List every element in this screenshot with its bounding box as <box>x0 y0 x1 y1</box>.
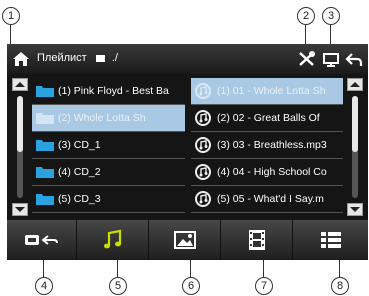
header-bar: Плейлист ./ <box>7 44 368 74</box>
back-icon[interactable] <box>344 49 364 69</box>
right-scroll-up-button[interactable] <box>347 78 363 91</box>
list-item-label: (1) 01 - Whole Lotta Sh <box>217 85 326 97</box>
left-scrollbar[interactable] <box>12 78 28 216</box>
bottom-toolbar <box>7 220 368 260</box>
music-note-icon <box>195 191 211 207</box>
callout-5: 5 <box>109 277 127 295</box>
music-icon <box>103 229 121 249</box>
list-item-label: (2) 02 - Great Balls Of <box>217 112 320 124</box>
list-item-selected[interactable]: (1) 01 - Whole Lotta Sh <box>191 78 343 105</box>
list-item[interactable]: (1) Pink Floyd - Best Ba <box>32 78 185 105</box>
playlist-title: Плейлист <box>37 52 87 64</box>
left-scroll-down-button[interactable] <box>12 203 28 216</box>
callout-2: 2 <box>297 7 315 25</box>
tools-icon[interactable] <box>297 49 317 69</box>
callout-3: 3 <box>322 7 340 25</box>
list-menu-icon <box>320 232 341 248</box>
folder-icon <box>36 85 54 97</box>
folder-icon <box>36 193 54 205</box>
callout-7: 7 <box>255 277 273 295</box>
list-item-label: (5) CD_3 <box>58 193 101 205</box>
list-item[interactable]: (5) 05 - What'd I Say.m <box>191 186 343 213</box>
list-item-label: (4) 04 - High School Co <box>217 166 327 178</box>
callout-3-leader <box>330 25 331 44</box>
callout-1-leader <box>10 25 11 44</box>
music-button[interactable] <box>77 220 149 260</box>
list-item-label: (3) CD_1 <box>58 139 101 151</box>
breadcrumb: Плейлист ./ <box>37 52 118 64</box>
video-button[interactable] <box>221 220 293 260</box>
video-icon <box>248 230 265 250</box>
right-scrollbar[interactable] <box>347 78 363 216</box>
list-menu-button[interactable] <box>293 220 368 260</box>
list-item-selected[interactable]: (2) Whole Lotta Sh <box>32 105 185 132</box>
list-item[interactable]: (3) 03 - Breathless.mp3 <box>191 132 343 159</box>
music-note-icon <box>195 110 211 126</box>
media-player-screen: Плейлист ./ (1) Pink Floyd - Best Ba (2)… <box>7 44 368 260</box>
source-back-icon <box>24 235 58 245</box>
list-item[interactable]: (2) 02 - Great Balls Of <box>191 105 343 132</box>
list-item-label: (5) 05 - What'd I Say.m <box>217 193 324 205</box>
source-back-button[interactable] <box>7 220 77 260</box>
list-item-label: (1) Pink Floyd - Best Ba <box>58 85 169 97</box>
list-item[interactable]: (4) CD_2 <box>32 159 185 186</box>
folder-icon <box>36 112 54 124</box>
list-item[interactable]: (5) CD_3 <box>32 186 185 213</box>
callout-2-leader <box>305 25 306 44</box>
left-scroll-up-button[interactable] <box>12 78 28 91</box>
callout-6: 6 <box>182 277 200 295</box>
home-icon[interactable] <box>11 49 31 69</box>
folder-icon <box>36 166 54 178</box>
right-scroll-down-button[interactable] <box>347 203 363 216</box>
callout-7-leader <box>263 260 264 277</box>
folder-icon <box>36 139 54 151</box>
music-note-icon <box>195 83 211 99</box>
folder-list: (1) Pink Floyd - Best Ba (2) Whole Lotta… <box>32 78 185 216</box>
track-list: (1) 01 - Whole Lotta Sh (2) 02 - Great B… <box>191 78 343 216</box>
left-scroll-thumb[interactable] <box>17 96 23 152</box>
callout-8-leader <box>339 260 340 277</box>
callout-4-leader <box>43 260 44 277</box>
list-item[interactable]: (4) 04 - High School Co <box>191 159 343 186</box>
callout-5-leader <box>117 260 118 277</box>
display-icon[interactable] <box>321 49 341 69</box>
callout-1: 1 <box>2 7 20 25</box>
current-path: ./ <box>111 52 118 64</box>
list-item-label: (2) Whole Lotta Sh <box>58 112 146 124</box>
music-note-icon <box>195 137 211 153</box>
callout-6-leader <box>190 260 191 277</box>
list-item-label: (4) CD_2 <box>58 166 101 178</box>
callout-8: 8 <box>331 277 349 295</box>
picture-button[interactable] <box>149 220 221 260</box>
music-note-icon <box>195 164 211 180</box>
list-item-label: (3) 03 - Breathless.mp3 <box>217 139 327 151</box>
picture-icon <box>173 231 196 249</box>
list-item[interactable]: (3) CD_1 <box>32 132 185 159</box>
folder-icon <box>95 54 105 62</box>
right-scroll-thumb[interactable] <box>352 96 358 152</box>
callout-4: 4 <box>35 277 53 295</box>
